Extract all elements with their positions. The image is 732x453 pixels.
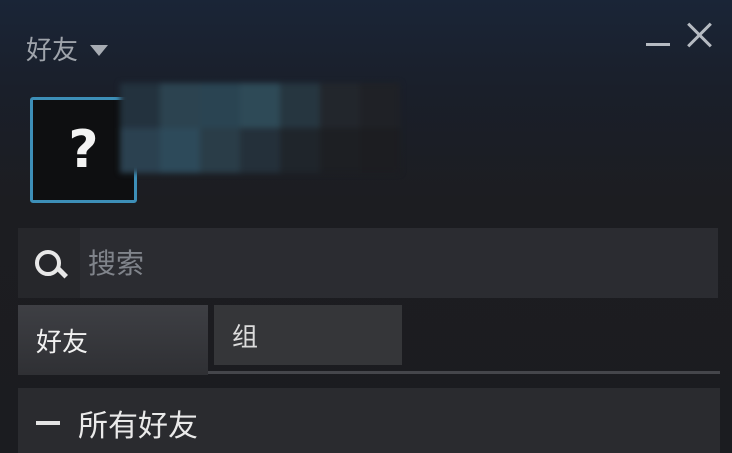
minimize-icon[interactable] [644,20,672,50]
dropdown-caret-icon [90,45,109,56]
window-controls [644,20,714,50]
tab-underline [208,371,720,374]
search-bar [18,228,718,298]
search-icon[interactable] [18,228,80,298]
tab-friends-label: 好友 [36,327,89,358]
friends-menu[interactable]: 好友 [26,30,109,67]
tab-friends[interactable]: 好友 [18,305,208,375]
window-title: 好友 [26,36,79,66]
friends-window: 好友 ? 好友 组 所有好 [0,0,732,453]
close-icon[interactable] [686,20,714,50]
avatar-placeholder-glyph: ? [68,120,99,180]
all-friends-group-header[interactable]: 所有好友 [18,388,720,453]
search-input[interactable] [80,228,718,298]
tab-groups-label: 组 [232,322,259,353]
minus-icon[interactable] [36,421,60,425]
group-label: 所有好友 [78,409,198,444]
tab-groups[interactable]: 组 [214,305,402,365]
pixelated-profile-name [120,83,400,173]
friends-tabs: 好友 组 [18,305,720,375]
